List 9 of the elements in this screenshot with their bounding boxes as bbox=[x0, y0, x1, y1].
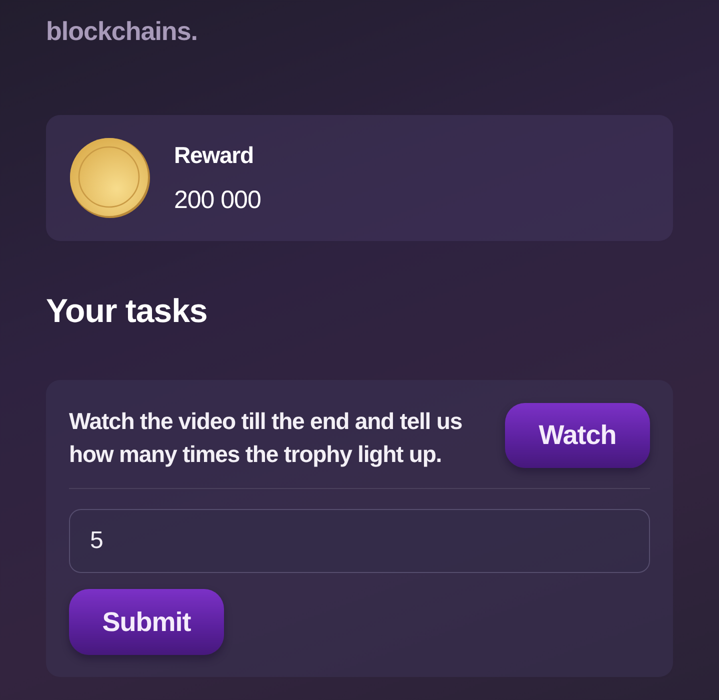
submit-button[interactable]: Submit bbox=[69, 589, 224, 655]
reward-label: Reward bbox=[174, 141, 254, 169]
watch-button[interactable]: Watch bbox=[505, 403, 650, 468]
task-instruction: Watch the video till the end and tell us how many times the trophy light up. bbox=[69, 407, 464, 469]
answer-field[interactable]: 5 bbox=[69, 509, 650, 573]
description-text: blockchains. bbox=[46, 15, 198, 48]
reward-amount: 200 000 bbox=[174, 185, 261, 215]
section-heading: Your tasks bbox=[46, 291, 208, 331]
coin-icon bbox=[69, 137, 151, 219]
